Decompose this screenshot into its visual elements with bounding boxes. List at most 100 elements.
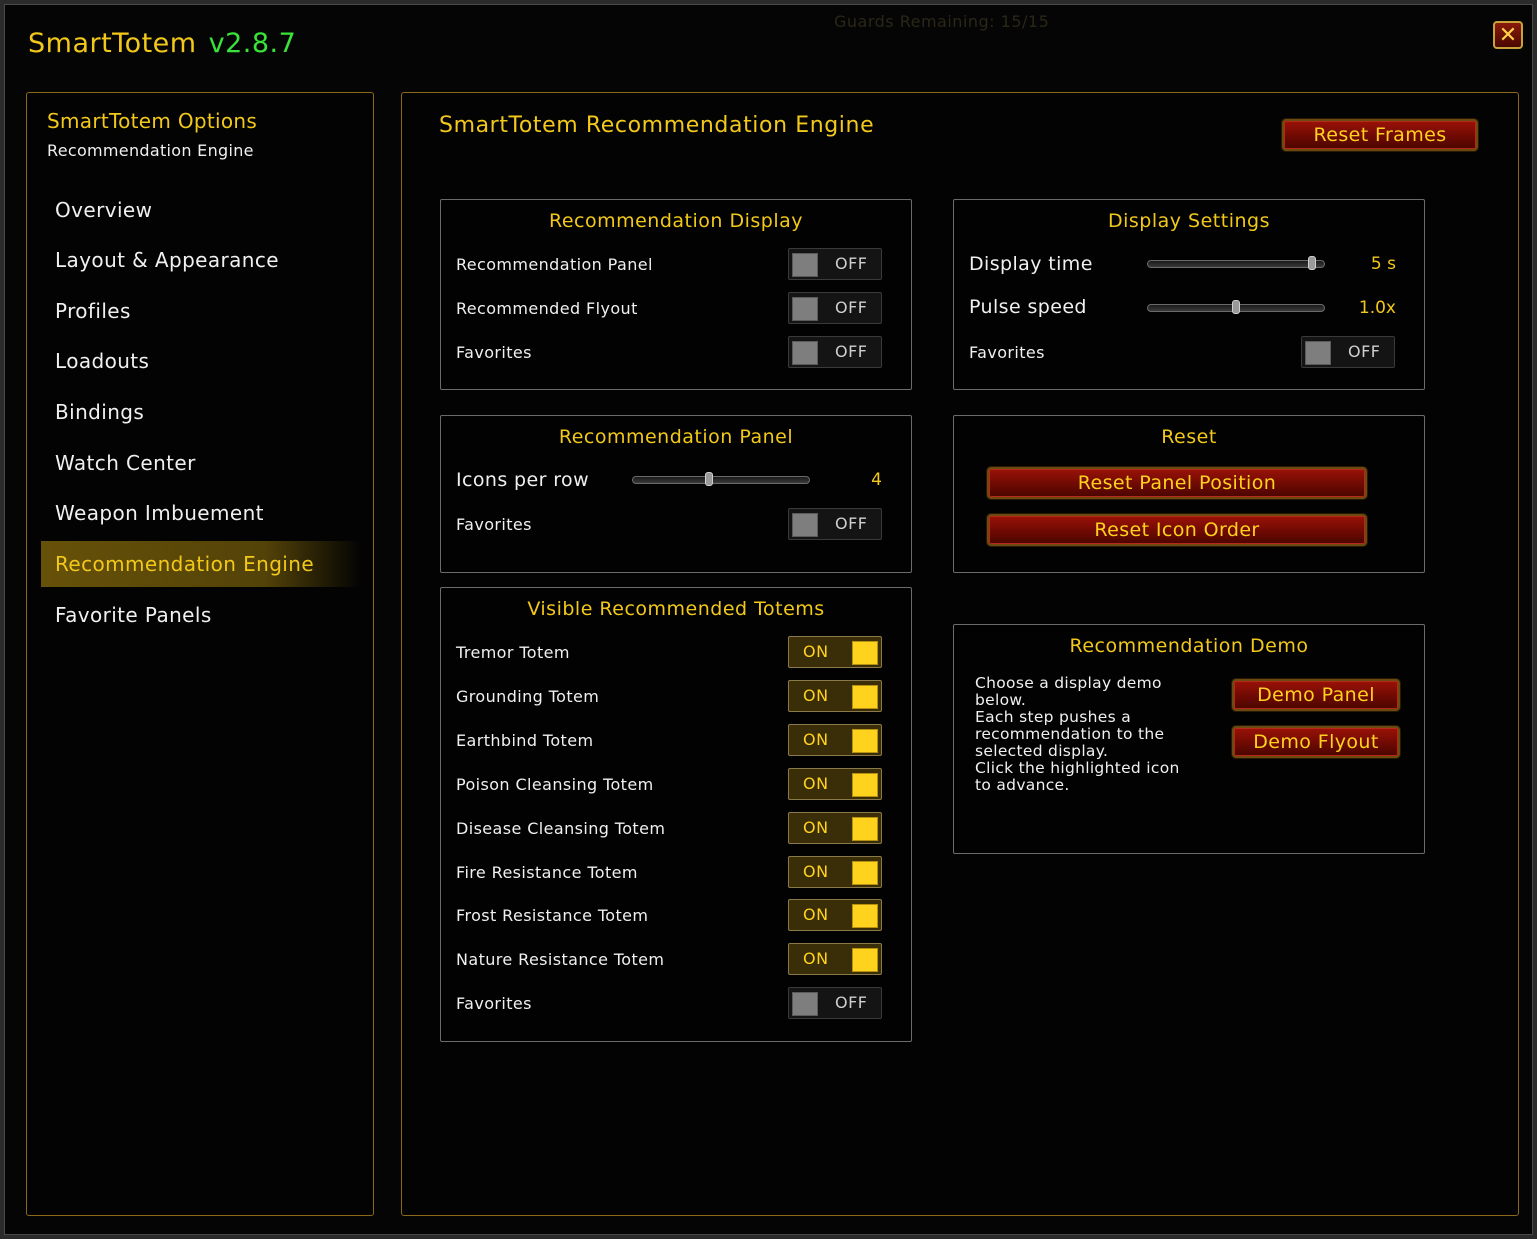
toggle-knob [792,253,818,277]
favorites-toggle[interactable]: OFF [788,508,882,540]
toggle-knob [1305,341,1331,365]
toggle-state: ON [803,818,829,837]
favorites-label: Favorites [456,994,532,1013]
display-time-value: 5 s [1370,254,1396,274]
toggle-state: OFF [1348,342,1381,361]
panel-title: Recommendation Display [548,210,804,232]
recommendation-display-panel: Recommendation Display Recommendation Pa… [440,199,912,390]
background-guards-remaining-text: Guards Remaining: 15/15 [834,12,1050,31]
sidebar-item-loadouts[interactable]: Loadouts [41,338,361,384]
sidebar-item-weapon-imbuement[interactable]: Weapon Imbuement [41,490,361,536]
tremor-totem-label: Tremor Totem [456,643,570,662]
disease-cleansing-totem-label: Disease Cleansing Totem [456,819,666,838]
toggle-state: OFF [835,254,868,273]
toggle-knob [852,904,878,928]
demo-panel-button[interactable]: Demo Panel [1232,679,1400,711]
toggle-knob [852,685,878,709]
frost-resistance-totem-toggle[interactable]: ON [788,899,882,931]
disease-cleansing-totem-toggle[interactable]: ON [788,812,882,844]
toggle-state: ON [803,905,829,924]
sidebar-item-favorite-panels[interactable]: Favorite Panels [41,592,361,638]
toggle-state: ON [803,642,829,661]
toggle-state: OFF [835,342,868,361]
slider-thumb[interactable] [1232,300,1240,314]
fire-resistance-totem-label: Fire Resistance Totem [456,863,638,882]
nature-resistance-totem-label: Nature Resistance Totem [456,950,665,969]
slider-thumb[interactable] [705,472,713,486]
frost-resistance-totem-label: Frost Resistance Totem [456,906,649,925]
toggle-state: ON [803,730,829,749]
favorites-toggle[interactable]: OFF [1301,336,1395,368]
toggle-knob [852,729,878,753]
toggle-knob [792,992,818,1016]
toggle-knob [792,297,818,321]
toggle-knob [852,861,878,885]
recommendation-demo-panel: Recommendation Demo Choose a display dem… [953,624,1425,854]
icons-per-row-slider[interactable] [632,472,810,486]
toggle-state: ON [803,686,829,705]
panel-title: Recommendation Demo [1069,635,1309,657]
favorites-toggle[interactable]: OFF [788,336,882,368]
recommended-flyout-toggle[interactable]: OFF [788,292,882,324]
display-time-slider[interactable] [1147,256,1325,270]
close-icon: ✕ [1498,23,1518,48]
pulse-speed-slider[interactable] [1147,300,1325,314]
visible-totems-panel: Visible Recommended Totems Tremor Totem … [440,587,912,1042]
poison-cleansing-totem-toggle[interactable]: ON [788,768,882,800]
panel-title: Display Settings [1107,210,1270,232]
window-title: SmartTotem v2.8.7 [28,28,296,59]
earthbind-totem-label: Earthbind Totem [456,731,594,750]
main-content: SmartTotem Recommendation Engine Reset F… [401,92,1519,1216]
recommendation-panel-toggle[interactable]: OFF [788,248,882,280]
toggle-knob [852,817,878,841]
favorites-label: Favorites [456,515,532,534]
sidebar-heading: SmartTotem Options [47,109,258,133]
sidebar-item-watch-center[interactable]: Watch Center [41,440,361,486]
demo-description-line: selected display. [975,742,1109,760]
options-window: Guards Remaining: 15/15 SmartTotem v2.8.7… [0,0,1537,1239]
toggle-state: OFF [835,298,868,317]
addon-version: v2.8.7 [208,28,297,59]
addon-name: SmartTotem [28,28,197,59]
grounding-totem-label: Grounding Totem [456,687,600,706]
recommendation-panel-settings: Recommendation Panel Icons per row 4 Fav… [440,415,912,573]
sidebar-item-bindings[interactable]: Bindings [41,389,361,435]
reset-panel-position-button[interactable]: Reset Panel Position [987,467,1367,499]
favorites-label: Favorites [456,343,532,362]
earthbind-totem-toggle[interactable]: ON [788,724,882,756]
poison-cleansing-totem-label: Poison Cleansing Totem [456,775,654,794]
toggle-state: ON [803,949,829,968]
sidebar-subheading: Recommendation Engine [47,141,254,160]
sidebar-item-profiles[interactable]: Profiles [41,288,361,334]
recommendation-panel-label: Recommendation Panel [456,255,653,274]
sidebar-item-recommendation-engine[interactable]: Recommendation Engine [41,541,361,587]
pulse-speed-value: 1.0x [1358,298,1396,318]
sidebar: SmartTotem Options Recommendation Engine… [26,92,374,1216]
close-button[interactable]: ✕ [1493,21,1523,49]
reset-frames-button[interactable]: Reset Frames [1282,119,1478,151]
toggle-knob [792,513,818,537]
toggle-state: ON [803,862,829,881]
fire-resistance-totem-toggle[interactable]: ON [788,856,882,888]
display-time-label: Display time [969,253,1093,275]
demo-description: Choose a display demo below. Each step p… [975,675,1200,794]
grounding-totem-toggle[interactable]: ON [788,680,882,712]
demo-description-line: to advance. [975,776,1070,794]
favorites-label: Favorites [969,343,1045,362]
toggle-state: OFF [835,514,868,533]
slider-thumb[interactable] [1308,256,1316,270]
toggle-knob [792,341,818,365]
favorites-toggle[interactable]: OFF [788,987,882,1019]
reset-icon-order-button[interactable]: Reset Icon Order [987,514,1367,546]
toggle-knob [852,948,878,972]
sidebar-item-overview[interactable]: Overview [41,187,361,233]
reset-panel: Reset Reset Panel Position Reset Icon Or… [953,415,1425,573]
demo-description-line: Choose a display demo [975,674,1162,692]
demo-description-line: Click the highlighted icon [975,759,1180,777]
sidebar-item-layout-appearance[interactable]: Layout & Appearance [41,237,361,283]
nature-resistance-totem-toggle[interactable]: ON [788,943,882,975]
tremor-totem-toggle[interactable]: ON [788,636,882,668]
demo-flyout-button[interactable]: Demo Flyout [1232,726,1400,758]
display-settings-panel: Display Settings Display time 5 s Pulse … [953,199,1425,390]
recommended-flyout-label: Recommended Flyout [456,299,638,318]
